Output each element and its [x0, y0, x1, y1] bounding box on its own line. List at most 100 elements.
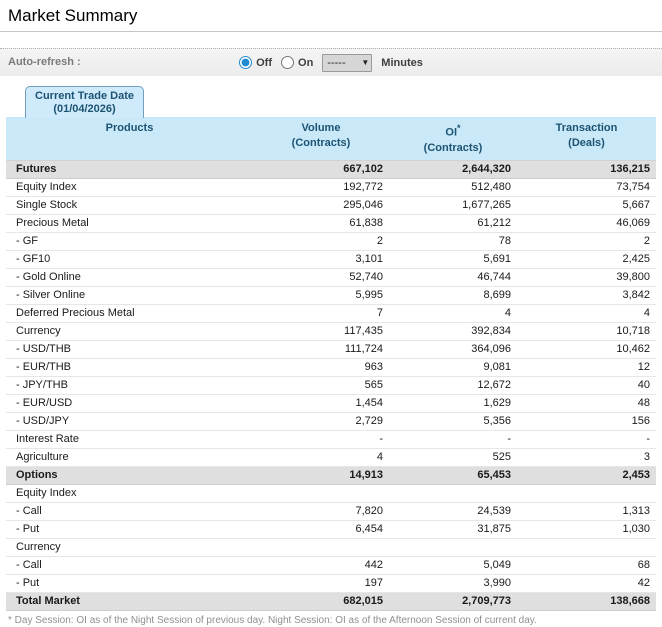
- volume-cell: [253, 484, 389, 503]
- table-row: Equity Index: [6, 484, 656, 503]
- table-row: - Silver Online 5,995 8,699 3,842: [6, 286, 656, 305]
- product-cell: Options: [6, 465, 253, 485]
- product-cell: - USD/JPY: [6, 412, 253, 431]
- oi-cell: 12,672: [389, 376, 517, 395]
- column-header-transaction: Transaction (Deals): [517, 117, 656, 161]
- column-header-volume: Volume (Contracts): [253, 117, 389, 161]
- product-cell: - Put: [6, 520, 253, 539]
- market-table-body: Futures 667,102 2,644,320 136,215 Equity…: [6, 159, 656, 611]
- oi-cell: 512,480: [389, 178, 517, 197]
- oi-cell: 1,629: [389, 394, 517, 413]
- deals-cell: 156: [517, 412, 656, 431]
- tab-label-line2: (01/04/2026): [53, 103, 116, 115]
- deals-cell: 10,718: [517, 322, 656, 341]
- oi-cell: 46,744: [389, 268, 517, 287]
- table-row: - Call 442 5,049 68: [6, 556, 656, 575]
- product-cell: Deferred Precious Metal: [6, 304, 253, 323]
- oi-cell: 61,212: [389, 214, 517, 233]
- product-cell: - Call: [6, 502, 253, 521]
- table-row: - USD/JPY 2,729 5,356 156: [6, 412, 656, 431]
- oi-cell: 5,356: [389, 412, 517, 431]
- page-header: Market Summary: [0, 0, 662, 32]
- volume-cell: 14,913: [253, 465, 389, 485]
- oi-cell: 2,709,773: [389, 591, 517, 611]
- deals-cell: [517, 538, 656, 557]
- oi-cell: 24,539: [389, 502, 517, 521]
- table-row: - Put 6,454 31,875 1,030: [6, 520, 656, 539]
- table-row: Agriculture 4 525 3: [6, 448, 656, 467]
- deals-cell: 40: [517, 376, 656, 395]
- deals-cell: 3: [517, 448, 656, 467]
- table-row: Futures 667,102 2,644,320 136,215: [6, 159, 656, 179]
- oi-cell: 525: [389, 448, 517, 467]
- oi-cell: 8,699: [389, 286, 517, 305]
- volume-cell: 1,454: [253, 394, 389, 413]
- volume-cell: 2,729: [253, 412, 389, 431]
- interval-unit-label: Minutes: [381, 56, 423, 69]
- product-cell: Precious Metal: [6, 214, 253, 233]
- deals-cell: 2: [517, 232, 656, 251]
- volume-cell: 117,435: [253, 322, 389, 341]
- table-row: - Put 197 3,990 42: [6, 574, 656, 593]
- product-cell: - GF: [6, 232, 253, 251]
- deals-cell: 4: [517, 304, 656, 323]
- column-header-products: Products: [6, 117, 253, 161]
- auto-refresh-off-radio[interactable]: [239, 56, 253, 69]
- table-row: Deferred Precious Metal 7 4 4: [6, 304, 656, 323]
- product-cell: - EUR/THB: [6, 358, 253, 377]
- auto-refresh-on-radio[interactable]: [281, 56, 295, 69]
- oi-cell: 2,644,320: [389, 159, 517, 179]
- product-cell: - Call: [6, 556, 253, 575]
- product-cell: - Silver Online: [6, 286, 253, 305]
- deals-cell: 1,030: [517, 520, 656, 539]
- interval-select[interactable]: -----: [322, 53, 373, 72]
- table-row: - Gold Online 52,740 46,744 39,800: [6, 268, 656, 287]
- product-cell: Futures: [6, 159, 253, 179]
- table-header: Products Volume (Contracts) OI* (Contrac…: [6, 117, 656, 161]
- auto-refresh-on-option[interactable]: On: [281, 56, 313, 69]
- deals-cell: -: [517, 430, 656, 449]
- table-row: Single Stock 295,046 1,677,265 5,667: [6, 196, 656, 215]
- volume-cell: -: [253, 430, 389, 449]
- deals-cell: 42: [517, 574, 656, 593]
- oi-cell: 5,691: [389, 250, 517, 269]
- column-header-oi: OI* (Contracts): [389, 117, 517, 161]
- volume-cell: 963: [253, 358, 389, 377]
- deals-cell: 10,462: [517, 340, 656, 359]
- deals-cell: 138,668: [517, 591, 656, 611]
- table-row: Total Market 682,015 2,709,773 138,668: [6, 591, 656, 611]
- volume-cell: 197: [253, 574, 389, 593]
- product-cell: - JPY/THB: [6, 376, 253, 395]
- interval-select-wrap: ----- ▼: [322, 53, 373, 72]
- deals-cell: 5,667: [517, 196, 656, 215]
- deals-cell: 2,453: [517, 465, 656, 485]
- volume-cell: 6,454: [253, 520, 389, 539]
- table-row: - EUR/USD 1,454 1,629 48: [6, 394, 656, 413]
- oi-cell: 3,990: [389, 574, 517, 593]
- deals-cell: 46,069: [517, 214, 656, 233]
- volume-cell: 5,995: [253, 286, 389, 305]
- product-cell: Currency: [6, 322, 253, 341]
- volume-cell: 442: [253, 556, 389, 575]
- auto-refresh-off-option[interactable]: Off: [239, 56, 272, 69]
- table-row: - USD/THB 111,724 364,096 10,462: [6, 340, 656, 359]
- auto-refresh-on-label: On: [298, 56, 314, 69]
- volume-cell: 3,101: [253, 250, 389, 269]
- tab-current-trade-date[interactable]: Current Trade Date (01/04/2026): [25, 86, 145, 118]
- volume-cell: 4: [253, 448, 389, 467]
- tab-label-line1: Current Trade Date: [35, 90, 135, 102]
- deals-cell: 68: [517, 556, 656, 575]
- volume-cell: 565: [253, 376, 389, 395]
- oi-cell: 78: [389, 232, 517, 251]
- oi-footnote-asterisk: *: [457, 123, 461, 133]
- auto-refresh-label: Auto-refresh :: [8, 56, 81, 68]
- product-cell: - GF10: [6, 250, 253, 269]
- deals-cell: [517, 484, 656, 503]
- deals-cell: 136,215: [517, 159, 656, 179]
- oi-cell: 392,834: [389, 322, 517, 341]
- oi-cell: [389, 538, 517, 557]
- volume-cell: 7,820: [253, 502, 389, 521]
- deals-cell: 39,800: [517, 268, 656, 287]
- deals-cell: 73,754: [517, 178, 656, 197]
- deals-cell: 12: [517, 358, 656, 377]
